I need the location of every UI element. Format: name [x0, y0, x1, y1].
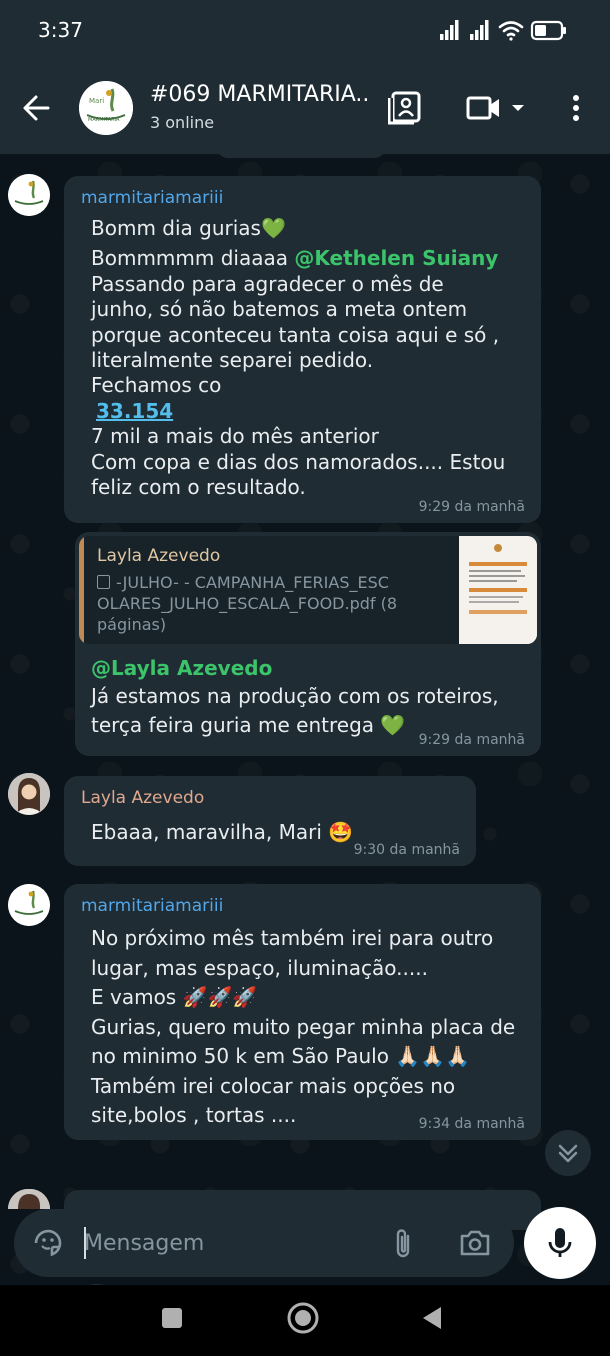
avatar[interactable] — [8, 773, 50, 815]
message-text: @Layla Azevedo Já estamos na produção co… — [91, 656, 531, 738]
back-triangle-icon[interactable] — [420, 1305, 444, 1331]
user-photo-icon — [8, 1189, 50, 1209]
message-input[interactable] — [84, 1227, 374, 1259]
document-icon — [97, 575, 110, 589]
user-photo-icon — [8, 773, 50, 815]
sender-name[interactable]: marmitariamariii — [80, 896, 525, 916]
message-text: Bomm dia gurias💚 Bommmmm diaaaa @Kethele… — [80, 216, 525, 500]
sender-name[interactable]: Layla Azevedo — [80, 788, 460, 808]
message-text: No próximo mês também irei para outro lu… — [80, 924, 525, 1131]
avatar[interactable] — [8, 1189, 50, 1209]
message-line: no minimo 50 k em São Paulo 🙏🏻🙏🏻🙏🏻 — [91, 1044, 471, 1068]
online-count: 3 online — [150, 113, 215, 132]
mention-link[interactable]: @Kethelen Suiany — [294, 246, 498, 270]
message-line: porque aconteceu tanta coisa aqui e só , — [91, 322, 500, 347]
chat-header: Mari MARMITARIA #069 MARMITARIA... 3 onl… — [0, 62, 610, 154]
status-icons — [440, 20, 566, 41]
phone-number-link[interactable]: 33.154 — [96, 399, 173, 423]
message-time: 9:29 da manhã — [418, 499, 525, 515]
sticker-icon[interactable] — [32, 1227, 64, 1259]
message-bubble-partial — [216, 154, 386, 158]
message-line: Já estamos na produção com os roteiros, — [91, 684, 499, 709]
mic-icon — [548, 1228, 572, 1257]
signal-icon — [470, 20, 489, 40]
document-thumbnail-image — [459, 536, 537, 644]
home-circle-icon[interactable] — [286, 1301, 320, 1335]
message-composer — [14, 1209, 514, 1277]
avatar[interactable] — [8, 174, 50, 216]
message-line: Gurias, quero muito pegar minha placa de — [91, 1014, 516, 1039]
message-line: Também irei colocar mais opções no — [91, 1073, 456, 1098]
reply-sender-name: Layla Azevedo — [97, 546, 221, 566]
message-line: No próximo mês também irei para outro — [91, 926, 494, 950]
attach-icon[interactable] — [390, 1227, 416, 1261]
message-line: literalmente separei pedido. — [91, 348, 374, 373]
message-line: 7 mil a mais do mês anterior — [91, 424, 379, 449]
group-avatar-logo: Mari MARMITARIA — [79, 81, 133, 135]
mention-link[interactable]: @Layla Azevedo — [91, 656, 531, 681]
reply-document: -JULHO- - CAMPANHA_FERIAS_ESC OLARES_JUL… — [97, 572, 437, 635]
message-line: Passando para agradecer o mês de — [91, 271, 444, 296]
message-bubble[interactable]: Layla Azevedo -JULHO- - CAMPANHA_FERIAS_… — [75, 532, 541, 756]
message-line: Bommmmm diaaaa @Kethelen Suiany — [91, 246, 525, 271]
document-thumbnail — [459, 536, 537, 644]
message-line: junho, só não batemos a meta ontem — [91, 297, 468, 322]
message-line: Fechamos co — [91, 373, 222, 398]
message-time: 9:34 da manhã — [418, 1116, 525, 1132]
sender-logo-icon — [8, 884, 50, 926]
text-caret — [84, 1227, 86, 1259]
svg-text:Mari: Mari — [89, 97, 104, 105]
status-bar: 3:37 — [0, 0, 610, 62]
chat-area[interactable]: marmitariamariii Bomm dia gurias💚 Bommmm… — [0, 154, 610, 1285]
clipboard-icon[interactable] — [388, 90, 424, 126]
reply-bar — [79, 536, 84, 644]
message-bubble[interactable]: marmitariamariii No próximo mês também i… — [64, 884, 541, 1140]
video-call-icon[interactable] — [466, 90, 502, 126]
message-time: 9:30 da manhã — [353, 842, 460, 858]
message-line: Com copa e dias dos namorados.... Estou — [91, 449, 506, 474]
chevron-down-icon[interactable] — [508, 90, 528, 126]
message-bubble[interactable]: Layla Azevedo Ebaaa, maravilha, Mari 🤩 9… — [64, 776, 476, 866]
avatar[interactable] — [8, 884, 50, 926]
mic-button[interactable] — [524, 1207, 596, 1279]
double-chevron-down-icon — [558, 1144, 578, 1163]
sender-logo-icon — [8, 174, 50, 216]
wifi-icon — [498, 21, 524, 41]
back-arrow-icon[interactable] — [18, 88, 58, 128]
svg-text:MARMITARIA: MARMITARIA — [88, 117, 120, 123]
document-name-line: -JULHO- - CAMPANHA_FERIAS_ESC — [116, 573, 389, 592]
camera-icon[interactable] — [458, 1227, 492, 1259]
message-time: 9:29 da manhã — [418, 732, 525, 748]
group-title[interactable]: #069 MARMITARIA... — [150, 82, 370, 107]
status-time: 3:37 — [38, 18, 83, 42]
message-line: Bommmmm diaaaa — [91, 246, 289, 271]
message-bubble[interactable]: marmitariamariii Bomm dia gurias💚 Bommmm… — [64, 176, 541, 523]
group-avatar[interactable]: Mari MARMITARIA — [79, 81, 133, 135]
message-line: Bomm dia gurias💚 — [91, 216, 286, 240]
message-line: lugar, mas espaço, iluminação..... — [91, 955, 428, 980]
document-name-line: OLARES_JULHO_ESCALA_FOOD.pdf (8 — [97, 594, 398, 613]
recents-square-icon[interactable] — [160, 1306, 184, 1330]
reply-quote[interactable]: Layla Azevedo -JULHO- - CAMPANHA_FERIAS_… — [79, 536, 537, 644]
sender-name[interactable]: marmitariamariii — [80, 188, 525, 208]
message-line: feliz com o resultado. — [91, 475, 306, 500]
more-vert-icon[interactable] — [566, 90, 586, 126]
battery-icon — [530, 20, 566, 41]
document-pages: páginas) — [97, 615, 167, 634]
message-line: E vamos 🚀🚀🚀 — [91, 985, 258, 1009]
scroll-down-button[interactable] — [545, 1130, 591, 1176]
system-nav-bar — [0, 1285, 610, 1356]
signal-icon — [440, 20, 459, 40]
